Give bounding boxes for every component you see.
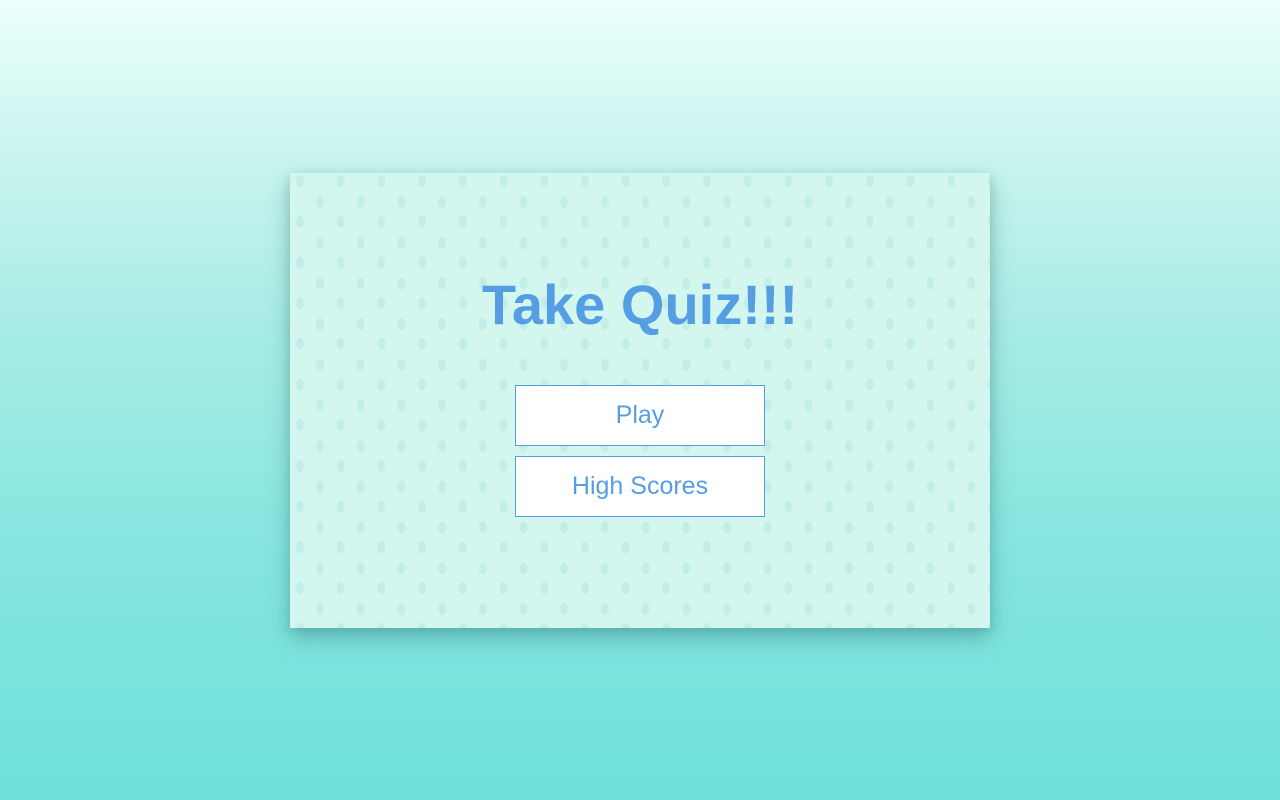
play-button[interactable]: Play (515, 385, 765, 446)
page-title: Take Quiz!!! (481, 273, 799, 336)
high-scores-button[interactable]: High Scores (515, 456, 765, 517)
quiz-menu-card: Take Quiz!!! Play High Scores (290, 173, 990, 628)
